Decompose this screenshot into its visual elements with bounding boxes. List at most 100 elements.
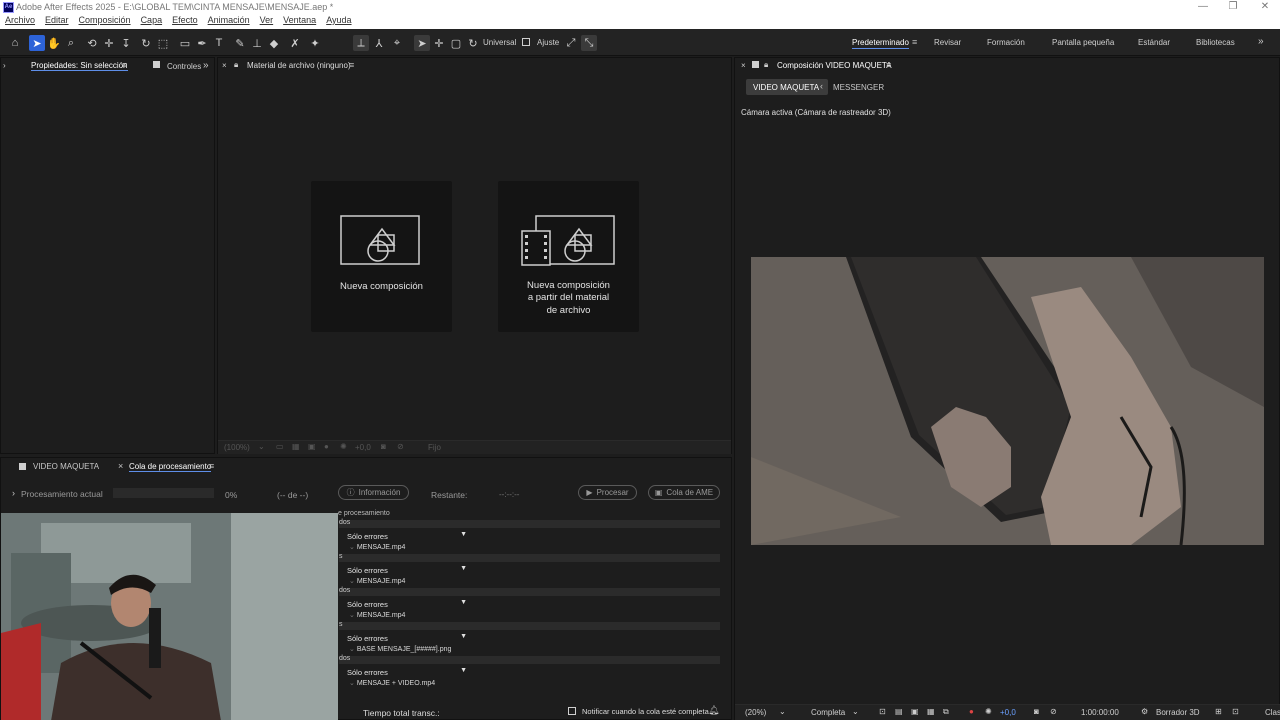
eraser-tool-icon[interactable]: ◆ — [266, 35, 282, 51]
collapse-icon[interactable]: ⤡ — [581, 35, 597, 51]
hand-tool-icon[interactable]: ✋ — [46, 35, 62, 51]
footage-zoom-select[interactable]: (100%) — [224, 443, 250, 452]
universal-label[interactable]: Universal — [483, 38, 516, 47]
restore-button[interactable]: ❐ — [1226, 1, 1240, 13]
workspace-more-icon[interactable]: » — [1258, 36, 1264, 47]
workspace-pantalla-pequena[interactable]: Pantalla pequeña — [1052, 38, 1114, 47]
pan-camera-icon[interactable]: ✛ — [101, 35, 117, 51]
properties-menu-icon[interactable]: ≡ — [122, 60, 127, 70]
tab-video-maqueta[interactable]: VIDEO MAQUETA — [33, 462, 99, 471]
log-select-2[interactable]: Sólo errores ▼ — [347, 565, 469, 576]
log-select-3[interactable]: Sólo errores ▼ — [347, 599, 469, 610]
comp-transparency-icon[interactable]: ▤ — [895, 707, 903, 716]
queue-item-row-1[interactable]: dos — [339, 519, 720, 528]
minimize-button[interactable]: — — [1196, 1, 1210, 13]
comp-trailing-label[interactable]: Clas — [1265, 708, 1280, 717]
workspace-revisar[interactable]: Revisar — [934, 38, 961, 47]
queue-tab-close-icon[interactable]: × — [118, 461, 123, 471]
tab-render-queue[interactable]: Cola de procesamiento — [129, 462, 212, 472]
safe-margins-icon[interactable]: ▭ — [276, 442, 284, 451]
brush-tool-icon[interactable]: ✎ — [232, 35, 248, 51]
panel-expand-icon[interactable]: › — [3, 61, 6, 70]
comp-3d-renderer-label[interactable]: Borrador 3D — [1156, 708, 1200, 717]
axis-local-icon[interactable]: ⅄ — [371, 35, 387, 51]
menu-efecto[interactable]: Efecto — [172, 15, 198, 29]
queue-item-row-5[interactable]: dos — [339, 655, 720, 664]
output-file-3[interactable]: ⌄ MENSAJE.mp4 — [349, 611, 405, 619]
snapshot-icon[interactable]: ◙ — [381, 442, 386, 451]
puppet-tool-icon[interactable]: ✦ — [307, 35, 323, 51]
comp-exposure-value[interactable]: +0,0 — [1000, 708, 1016, 717]
log-select-1[interactable]: Sólo errores ▼ — [347, 531, 469, 542]
menu-animacion[interactable]: Animación — [208, 15, 250, 29]
comp-channels-icon[interactable]: ● — [969, 707, 974, 716]
zoom-tool-icon[interactable]: ⌕ — [63, 35, 79, 51]
comp-resolution-select[interactable]: Completa — [811, 708, 845, 717]
output-file-5[interactable]: ⌄ MENSAJE + VIDEO.mp4 — [349, 679, 435, 687]
menu-composicion[interactable]: Composición — [79, 15, 131, 29]
composition-viewer-frame[interactable] — [751, 257, 1264, 545]
expand-icon[interactable]: ⤢ — [563, 35, 579, 51]
rotate-tool-icon[interactable]: ↻ — [138, 35, 154, 51]
workspace-formacion[interactable]: Formación — [987, 38, 1025, 47]
comp-panel-close-icon[interactable]: × — [741, 61, 746, 70]
render-current-expand-icon[interactable]: › — [12, 488, 15, 498]
pen-tool-icon[interactable]: ✒ — [194, 35, 210, 51]
channels-icon[interactable]: ● — [324, 442, 329, 451]
pan-behind-tool-icon[interactable]: ⬚ — [155, 35, 171, 51]
queue-item-row-4[interactable]: s — [339, 621, 720, 630]
comp-tab-messenger[interactable]: MESSENGER — [833, 83, 884, 92]
menu-editar[interactable]: Editar — [45, 15, 69, 29]
region-icon[interactable]: ▣ — [308, 442, 316, 451]
snapping-icon[interactable]: ⟂ — [353, 35, 369, 51]
log-select-4[interactable]: Sólo errores ▼ — [347, 633, 469, 644]
type-tool-icon[interactable]: T — [211, 35, 227, 51]
close-button[interactable]: ✕ — [1258, 1, 1272, 13]
render-button[interactable]: ▶ Procesar — [578, 485, 637, 500]
dolly-camera-icon[interactable]: ↧ — [118, 35, 134, 51]
3d-rotate-icon[interactable]: ↻ — [465, 35, 481, 51]
menu-archivo[interactable]: Archivo — [5, 15, 35, 29]
grid-icon[interactable]: ▦ — [292, 442, 300, 451]
queue-item-row-3[interactable]: dos — [339, 587, 720, 596]
ame-queue-button[interactable]: ▣ Cola de AME — [648, 485, 720, 500]
workspace-menu-icon[interactable]: ≡ — [912, 37, 917, 47]
exposure-reset-icon[interactable]: ✺ — [340, 442, 347, 451]
comp-mask-icon[interactable]: ⧉ — [943, 707, 949, 717]
output-file-2[interactable]: ⌄ MENSAJE.mp4 — [349, 577, 405, 585]
workspace-estandar[interactable]: Estándar — [1138, 38, 1170, 47]
comp-lock-icon[interactable]: 🔒︎ — [764, 60, 768, 70]
axis-world-icon[interactable]: ⌖ — [389, 35, 405, 51]
footage-menu-icon[interactable]: ≡ — [349, 60, 354, 70]
orbit-camera-icon[interactable]: ⟲ — [84, 35, 100, 51]
output-file-4[interactable]: ⌄ BASE MENSAJE_[#####].png — [349, 645, 451, 653]
queue-item-row-2[interactable]: s — [339, 553, 720, 562]
new-comp-from-footage-card[interactable]: Nueva composición a partir del material … — [498, 181, 639, 332]
panel-more-icon[interactable]: » — [203, 60, 209, 71]
menu-capa[interactable]: Capa — [141, 15, 163, 29]
workspace-bibliotecas[interactable]: Bibliotecas — [1196, 38, 1235, 47]
output-file-1[interactable]: ⌄ MENSAJE.mp4 — [349, 543, 405, 551]
footage-exposure-value[interactable]: +0,0 — [355, 443, 371, 452]
comp-view-layout-icon[interactable]: ⊞ — [1215, 707, 1222, 716]
roto-brush-tool-icon[interactable]: ✗ — [287, 35, 303, 51]
comp-region-icon[interactable]: ▣ — [911, 707, 919, 716]
show-snapshot-icon[interactable]: ⊘ — [397, 442, 404, 451]
log-select-5[interactable]: Sólo errores ▼ — [347, 667, 469, 678]
comp-tab-chevron-icon[interactable]: ‹ — [820, 81, 823, 91]
clone-stamp-tool-icon[interactable]: ⊥ — [249, 35, 265, 51]
comp-snapshot-icon[interactable]: ◙ — [1034, 707, 1039, 716]
info-button[interactable]: ⓘ Información — [338, 485, 409, 500]
comp-zoom-select[interactable]: (20%) — [745, 708, 766, 717]
menu-ver[interactable]: Ver — [260, 15, 274, 29]
comp-view-options-icon[interactable]: ⊡ — [1232, 707, 1239, 716]
comp-grid-icon[interactable]: ▦ — [927, 707, 935, 716]
render-queue-menu-icon[interactable]: ≡ — [209, 461, 214, 471]
new-composition-card[interactable]: Nueva composición — [311, 181, 452, 332]
composition-menu-icon[interactable]: ≡ — [886, 60, 891, 70]
panel-close-icon[interactable]: × — [222, 61, 227, 70]
ajuste-checkbox[interactable] — [522, 38, 530, 46]
lock-icon[interactable]: 🔒︎ — [234, 60, 238, 70]
comp-show-snapshot-icon[interactable]: ⊘ — [1050, 707, 1057, 716]
3d-move-icon[interactable]: ✛ — [431, 35, 447, 51]
